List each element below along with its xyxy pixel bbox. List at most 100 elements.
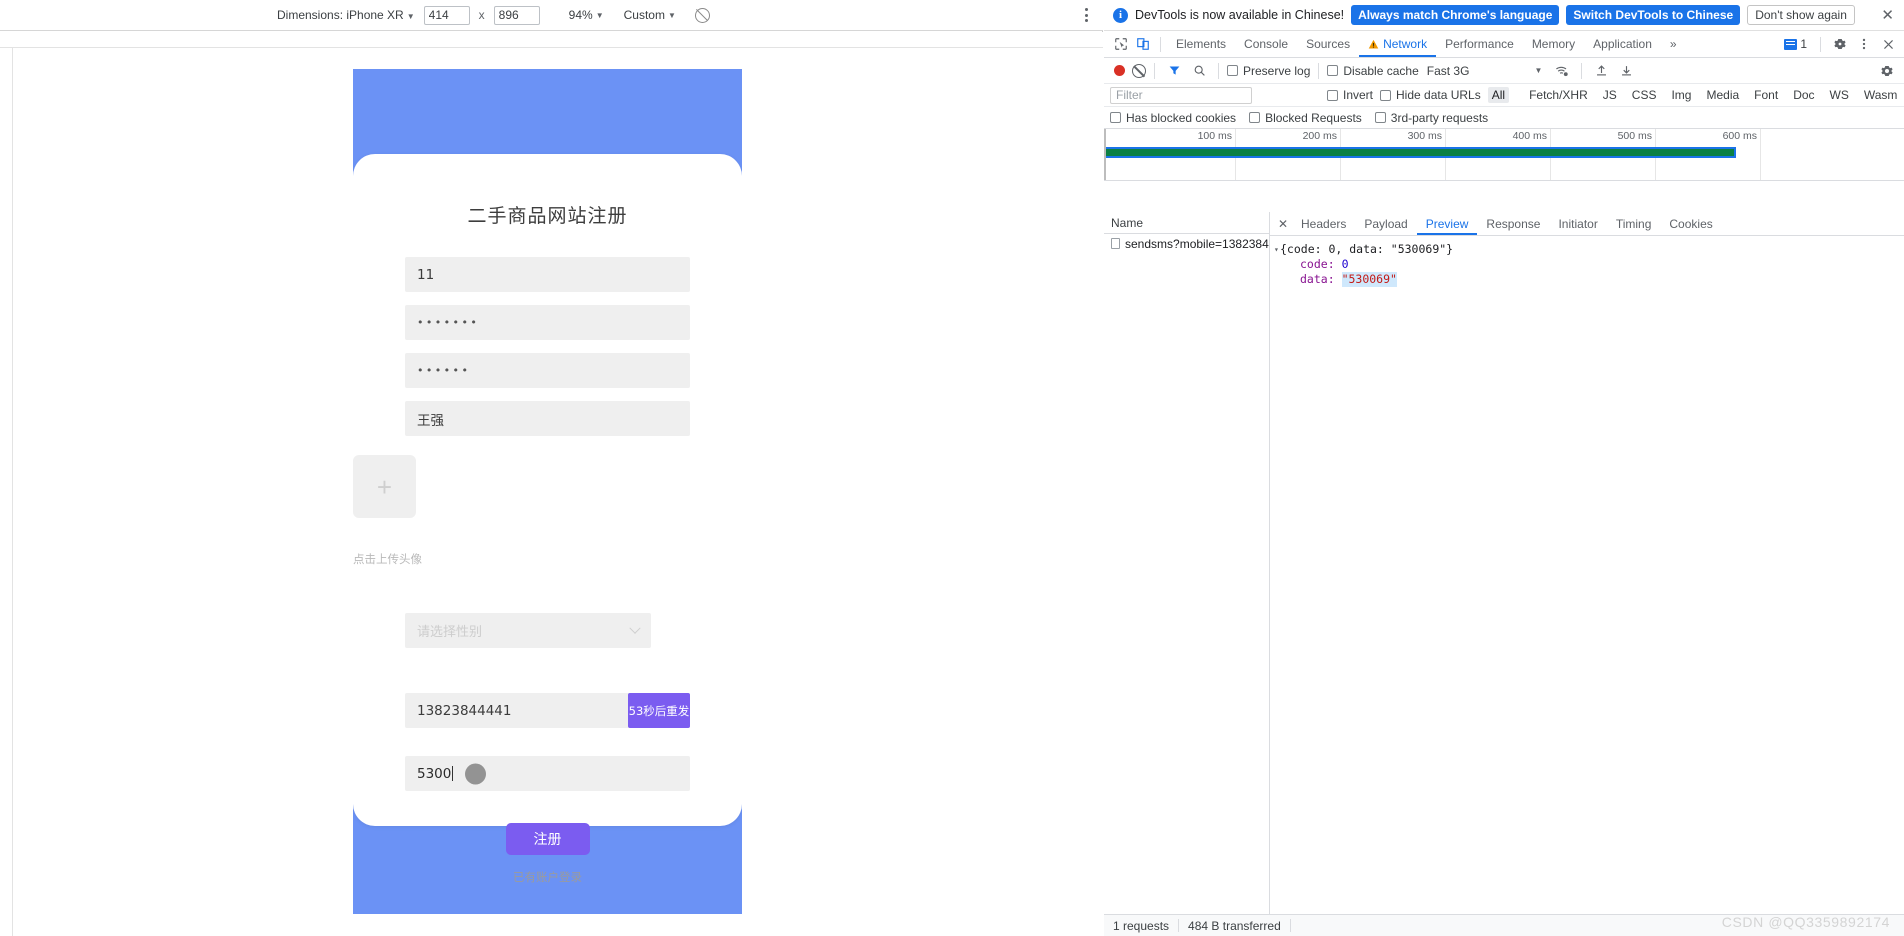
more-options-icon[interactable] [1853,34,1875,54]
no-throttling-icon[interactable] [694,7,710,23]
mobile-input[interactable]: 13823844441 53秒后重发 [405,693,690,728]
password-input[interactable]: ••••••• [405,305,690,340]
tab-label: Console [1244,37,1289,51]
zoom-dropdown[interactable]: 94% ▼ [569,8,604,22]
realname-input[interactable]: 王强 [405,401,690,436]
filter-funnel-icon[interactable] [1163,61,1185,81]
table-row[interactable]: sendsms?mobile=13823844441 [1104,234,1269,253]
type-filter-wasm[interactable]: Wasm [1860,87,1902,103]
record-stop-icon[interactable] [1114,65,1125,76]
detail-tab-response[interactable]: Response [1477,212,1549,235]
gear-icon[interactable] [1829,34,1851,54]
third-party-requests-checkbox[interactable]: 3rd-party requests [1374,110,1489,125]
close-devtools-icon[interactable] [1877,34,1899,54]
emulated-phone-screen[interactable]: 二手商品网站注册 11 ••••••• •••••• 王强 + 点击上传头像 请… [353,69,742,914]
page-viewport-pane: Dimensions: iPhone XR▼ x 94%▼ Custom▼ [0,0,1103,936]
login-link-label: 已有账户登录 [513,870,582,884]
tab-sources[interactable]: Sources [1297,31,1359,57]
tab-elements[interactable]: Elements [1167,31,1235,57]
tab-label: Performance [1445,37,1514,51]
export-har-icon[interactable] [1615,61,1637,81]
tab-overflow-button[interactable]: » [1661,31,1686,57]
more-options-icon[interactable] [1079,7,1093,23]
detail-tab-timing[interactable]: Timing [1607,212,1661,235]
network-conditions-icon[interactable] [1551,61,1573,81]
search-icon[interactable] [1188,61,1210,81]
register-submit-button[interactable]: 注册 [505,823,590,855]
disable-cache-checkbox[interactable]: Disable cache [1327,64,1419,78]
resend-label: 53秒后重发 [628,703,690,718]
username-input[interactable]: 11 [405,257,690,292]
detail-tab-cookies[interactable]: Cookies [1660,212,1721,235]
throttling-preset-dropdown[interactable]: Custom ▼ [624,8,676,22]
username-value: 11 [417,266,435,283]
network-settings-icon[interactable] [1876,61,1898,81]
has-blocked-cookies-checkbox[interactable]: Has blocked cookies [1110,111,1236,125]
tab-performance[interactable]: Performance [1436,31,1523,57]
chip-label: All [1491,88,1506,102]
chip-label: Media [1706,88,1740,102]
type-filter-font[interactable]: Font [1750,87,1782,103]
throttling-dropdown[interactable]: Fast 3G [1427,64,1470,78]
type-filter-fetch-xhr[interactable]: Fetch/XHR [1525,87,1592,103]
chip-label: Img [1671,88,1692,102]
type-filter-doc[interactable]: Doc [1789,87,1818,103]
toggle-device-toolbar-icon[interactable] [1132,34,1154,54]
existing-account-login-link[interactable]: 已有账户登录 [353,869,742,885]
import-har-icon[interactable] [1590,61,1612,81]
detail-tab-initiator[interactable]: Initiator [1549,212,1606,235]
preserve-log-checkbox[interactable]: Preserve log [1227,64,1310,78]
device-preset-dropdown[interactable]: Dimensions: iPhone XR ▼ [277,8,415,22]
tab-application[interactable]: Application [1584,31,1661,57]
dont-show-again-button[interactable]: Don't show again [1747,5,1855,25]
json-root-line[interactable]: ▾ {code: 0, data: "530069"} [1270,242,1904,257]
type-filter-js[interactable]: JS [1599,87,1621,103]
expand-triangle-icon[interactable]: ▾ [1270,242,1280,257]
network-toolbar: Preserve log Disable cache Fast 3G ▼ [1104,58,1904,84]
mobile-value: 13823844441 [417,702,512,719]
network-filter-row: Invert Hide data URLs All Fetch/XHR JS C… [1104,84,1904,107]
type-filter-img[interactable]: Img [1667,87,1695,103]
password-value: ••••••• [417,316,480,329]
verification-code-input[interactable]: 5300 [405,756,690,791]
chevron-down-icon [629,622,641,634]
third-party-requests-label: 3rd-party requests [1390,110,1489,125]
close-panel-icon[interactable]: ✕ [1274,215,1292,233]
json-property-line[interactable]: code: 0 [1270,257,1904,272]
tab-console[interactable]: Console [1235,31,1297,57]
json-value: 0 [1341,257,1349,271]
json-property-line[interactable]: data: "530069" [1270,272,1904,287]
detail-tab-preview[interactable]: Preview [1417,212,1478,235]
type-filter-ws[interactable]: WS [1826,87,1853,103]
tab-network[interactable]: Network [1359,31,1436,57]
gender-select[interactable]: 请选择性别 [405,613,651,648]
detail-tab-payload[interactable]: Payload [1355,212,1416,235]
confirm-password-input[interactable]: •••••• [405,353,690,388]
clear-network-log-icon[interactable] [1132,63,1146,78]
filter-input[interactable] [1110,86,1252,104]
close-icon[interactable]: ✕ [1877,6,1898,24]
type-filter-css[interactable]: CSS [1628,87,1661,103]
detail-tab-headers[interactable]: Headers [1292,212,1355,235]
invert-checkbox[interactable]: Invert [1327,88,1373,102]
hide-data-urls-checkbox[interactable]: Hide data URLs [1380,88,1481,102]
inspect-element-icon[interactable] [1110,34,1132,54]
request-list-header[interactable]: Name [1104,212,1269,234]
blocked-requests-checkbox[interactable]: Blocked Requests [1249,111,1362,125]
switch-to-chinese-button[interactable]: Switch DevTools to Chinese [1566,5,1741,25]
tab-memory[interactable]: Memory [1523,31,1584,57]
resend-code-button[interactable]: 53秒后重发 [628,693,690,728]
device-width-input[interactable] [423,5,470,25]
console-message-badge[interactable]: 1 [1779,36,1812,52]
type-filter-all[interactable]: All [1487,87,1510,103]
tab-label: Preview [1425,216,1469,231]
watermark: CSDN @QQ3359892174 [1721,914,1890,930]
always-match-language-button[interactable]: Always match Chrome's language [1351,5,1560,25]
tab-label: Payload [1364,216,1408,231]
network-overview-timeline[interactable]: 100 ms 200 ms 300 ms 400 ms 500 ms 600 m… [1104,129,1904,181]
avatar-upload-button[interactable]: + [353,455,416,518]
info-icon: i [1113,7,1128,23]
device-height-input[interactable] [493,5,540,25]
chevron-down-icon[interactable]: ▼ [1534,66,1542,75]
type-filter-media[interactable]: Media [1702,87,1743,103]
